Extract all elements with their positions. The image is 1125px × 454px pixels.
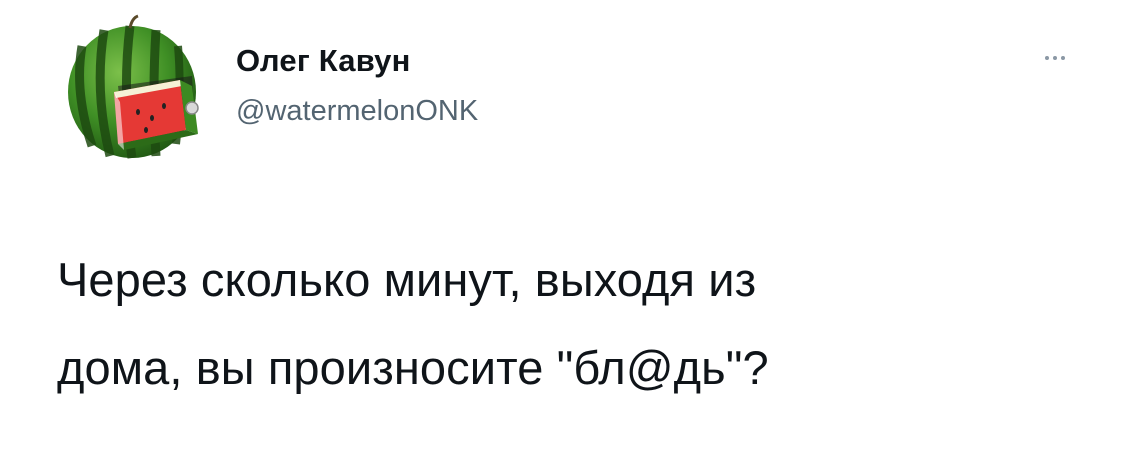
author-avatar[interactable] bbox=[52, 6, 214, 168]
author-display-name[interactable]: Олег Кавун bbox=[236, 43, 411, 79]
tweet-text-line: дома, вы произносите "бл@дь"? bbox=[57, 341, 769, 394]
more-horizontal-icon bbox=[1053, 56, 1057, 60]
watermelon-avatar-icon bbox=[52, 6, 214, 168]
more-horizontal-icon bbox=[1045, 56, 1049, 60]
tweet-text: Через сколько минут, выходя из дома, вы … bbox=[57, 236, 1097, 412]
tweet-card: Олег Кавун @watermelonONK Через сколько … bbox=[0, 0, 1125, 454]
tweet-text-line: Через сколько минут, выходя из bbox=[57, 253, 757, 306]
more-options-button[interactable] bbox=[1030, 46, 1080, 70]
author-handle[interactable]: @watermelonONK bbox=[236, 95, 478, 128]
more-horizontal-icon bbox=[1061, 56, 1065, 60]
